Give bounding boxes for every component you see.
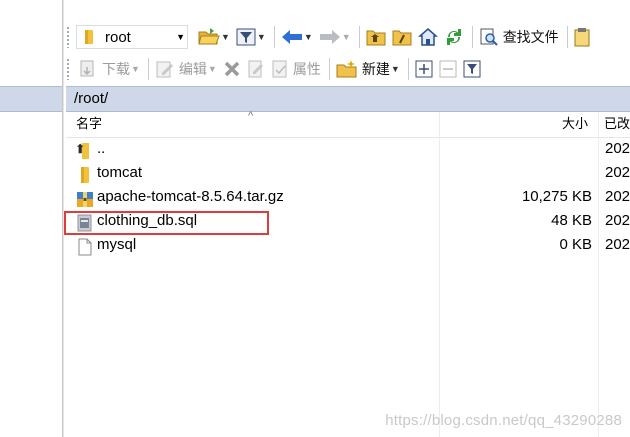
filter-button[interactable]: ▼: [234, 25, 268, 49]
file-date: 202: [605, 212, 630, 229]
filter-icon: [463, 60, 481, 78]
filter-select-button[interactable]: [461, 57, 483, 81]
toolbar-separator: [273, 26, 275, 48]
folder-icon: [85, 30, 93, 44]
chevron-down-icon[interactable]: ▼: [176, 32, 185, 42]
highlight-box: [64, 211, 269, 235]
parent-directory-icon: [77, 143, 89, 159]
collapse-button[interactable]: [437, 57, 459, 81]
home-icon: [417, 28, 438, 46]
properties-icon: [272, 60, 287, 78]
refresh-icon: [446, 29, 461, 45]
rename-button[interactable]: [245, 57, 267, 81]
new-folder-icon: [336, 60, 357, 78]
archive-icon: [77, 192, 93, 207]
file-date: 202: [605, 236, 630, 253]
path-bar: /root/: [66, 86, 630, 112]
new-label: 新建: [361, 62, 390, 78]
current-path: /root/: [74, 90, 109, 107]
clipboard-icon: [574, 28, 590, 47]
find-files-icon: [480, 28, 498, 46]
edit-button[interactable]: 编辑 ▼: [153, 57, 219, 81]
list-item[interactable]: mysql 0 KB 202: [66, 234, 630, 258]
download-button[interactable]: 下载 ▼: [76, 57, 142, 81]
new-button[interactable]: 新建 ▼: [334, 57, 402, 81]
root-folder-button[interactable]: [390, 25, 414, 49]
back-button[interactable]: ▼: [279, 25, 315, 49]
delete-icon: [224, 61, 240, 77]
rename-icon: [248, 60, 263, 78]
top-toolbar: root ▼ ▼ ▼ ▼ ▼ 查找文件: [66, 22, 596, 52]
back-arrow-icon: [281, 30, 302, 44]
forward-button[interactable]: ▼: [317, 25, 353, 49]
filter-icon: [236, 28, 256, 46]
find-files-button[interactable]: 查找文件: [477, 25, 561, 49]
file-toolbar: 下载 ▼ 编辑 ▼ 属性 新建 ▼: [66, 54, 485, 84]
toolbar-separator: [566, 26, 568, 48]
chevron-down-icon[interactable]: ▼: [208, 64, 217, 74]
toolbar-separator: [471, 26, 473, 48]
chevron-down-icon[interactable]: ▼: [131, 64, 140, 74]
open-folder-icon: [198, 28, 220, 45]
list-item[interactable]: .. 202: [66, 138, 630, 162]
chevron-down-icon[interactable]: ▼: [221, 32, 230, 42]
chevron-down-icon[interactable]: ▼: [342, 32, 351, 42]
file-icon: [78, 238, 92, 256]
list-item[interactable]: tomcat 202: [66, 162, 630, 186]
file-date: 202: [605, 164, 630, 181]
properties-button[interactable]: 属性: [269, 57, 323, 81]
expand-button[interactable]: [413, 57, 435, 81]
folder-icon: [81, 167, 89, 183]
edit-label: 编辑: [178, 62, 207, 78]
parent-folder-button[interactable]: [364, 25, 388, 49]
minus-box-icon: [439, 60, 457, 78]
toolbar-grip[interactable]: [66, 26, 70, 48]
left-pane-header: [0, 86, 62, 112]
forward-arrow-icon: [319, 30, 340, 44]
chevron-down-icon[interactable]: ▼: [391, 64, 400, 74]
file-list: 名字 ^ 大小 已改 .. 202 tomcat 202 apache-tomc…: [66, 110, 630, 437]
file-name: ..: [97, 140, 106, 157]
path-combo[interactable]: root ▼: [76, 25, 188, 49]
file-name: mysql: [97, 236, 137, 253]
parent-folder-icon: [366, 30, 386, 46]
file-size: 10,275 KB: [521, 188, 592, 205]
column-header-modified[interactable]: 已改: [604, 112, 630, 138]
toolbar-separator: [358, 26, 360, 48]
home-button[interactable]: [416, 25, 440, 49]
file-date: 202: [605, 140, 630, 157]
left-pane: [0, 0, 64, 437]
list-header: 名字 ^ 大小 已改: [66, 110, 630, 138]
root-folder-icon: [392, 30, 412, 46]
download-icon: [80, 60, 94, 77]
file-size: 0 KB: [559, 236, 592, 253]
chevron-down-icon[interactable]: ▼: [304, 32, 313, 42]
delete-button[interactable]: [221, 57, 243, 81]
plus-box-icon: [415, 60, 433, 78]
file-name: tomcat: [97, 164, 143, 181]
column-header-name[interactable]: 名字: [76, 112, 102, 138]
toolbar-grip[interactable]: [66, 58, 70, 80]
properties-label: 属性: [292, 62, 321, 78]
download-label: 下载: [102, 62, 130, 78]
chevron-down-icon[interactable]: ▼: [257, 32, 266, 42]
sort-ascending-icon: ^: [248, 110, 254, 122]
path-combo-value: root: [105, 28, 131, 46]
compare-button[interactable]: [572, 25, 594, 49]
find-files-label: 查找文件: [502, 30, 559, 46]
toolbar-separator: [147, 58, 149, 80]
file-size: 48 KB: [551, 212, 592, 229]
list-item[interactable]: apache-tomcat-8.5.64.tar.gz 10,275 KB 20…: [66, 186, 630, 210]
file-name: apache-tomcat-8.5.64.tar.gz: [97, 188, 284, 205]
refresh-button[interactable]: [442, 25, 466, 49]
toolbar-separator: [407, 58, 409, 80]
toolbar-separator: [328, 58, 330, 80]
edit-icon: [156, 61, 173, 78]
open-folder-button[interactable]: ▼: [196, 25, 232, 49]
column-header-size[interactable]: 大小: [562, 112, 588, 138]
watermark: https://blog.csdn.net/qq_43290288: [385, 412, 622, 429]
file-date: 202: [605, 188, 630, 205]
